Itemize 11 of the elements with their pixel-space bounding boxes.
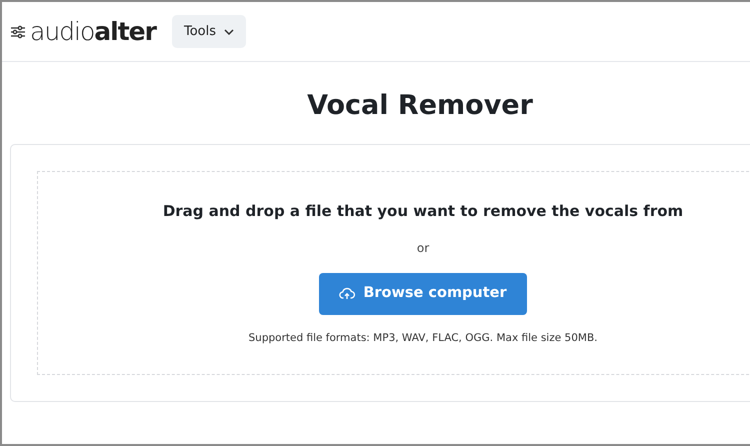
cloud-upload-icon	[339, 287, 356, 300]
drop-zone[interactable]: Drag and drop a file that you want to remove the vocals from or Browse computer Supported file formats: MP3, WAV, FLAC, OGG. Max file size 50MB.	[37, 171, 750, 376]
chevron-down-icon	[224, 28, 234, 34]
browse-computer-button[interactable]: Browse computer	[319, 272, 527, 315]
tools-dropdown-button[interactable]: Tools	[172, 14, 246, 48]
or-separator: or	[416, 240, 430, 257]
page-title: Vocal Remover	[306, 90, 534, 122]
drop-prompt: Drag and drop a file that you want to remove the vocals from	[162, 201, 684, 222]
sliders-icon	[10, 24, 26, 38]
logo-text[interactable]: audioalter	[30, 12, 156, 50]
supported-formats-note: Supported file formats: MP3, WAV, FLAC, OGG. Max file size 50MB.	[248, 330, 598, 346]
